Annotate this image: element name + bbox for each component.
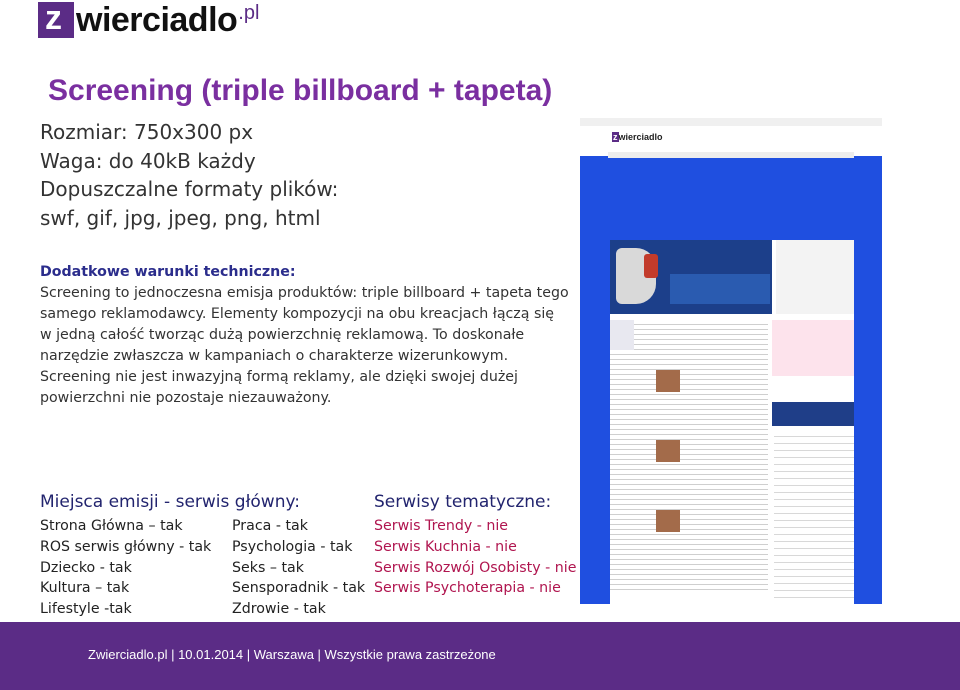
- billboard-area: [580, 160, 882, 240]
- mini-logo: zwierciadlo: [612, 132, 663, 142]
- list-item: Serwis Rozwój Osobisty - nie: [374, 559, 577, 576]
- list-item: Seks – tak: [232, 559, 304, 576]
- extra-heading: Dodatkowe warunki techniczne:: [40, 264, 296, 280]
- screening-example-screenshot: zwierciadlo: [580, 118, 882, 604]
- extra-conditions: Dodatkowe warunki techniczne: Screening …: [40, 262, 570, 409]
- zwierciadlo-logo: z wierciadlo .pl: [38, 0, 260, 42]
- main-service-col2: Praca - tak Psychologia - tak Seks – tak…: [232, 516, 365, 620]
- thumbnail: [656, 370, 680, 392]
- page-title: Screening (triple billboard + tapeta): [48, 74, 553, 107]
- list-item: Serwis Kuchnia - nie: [374, 538, 517, 555]
- side-list: [774, 430, 854, 600]
- logo-text: wierciadlo: [76, 1, 238, 39]
- thumbnail: [656, 440, 680, 462]
- spec-weight: Waga: do 40kB każdy: [40, 148, 256, 173]
- site-content: [610, 240, 854, 604]
- logo-mark: z: [38, 0, 74, 38]
- side-column: [776, 240, 854, 314]
- thematic-heading: Serwisy tematyczne:: [374, 492, 552, 512]
- main-service-col1: Strona Główna – tak ROS serwis główny - …: [40, 516, 211, 620]
- list-item: ROS serwis główny - tak: [40, 538, 212, 555]
- browser-bar: [580, 118, 882, 126]
- article-list: [610, 320, 768, 590]
- list-item: Serwis Trendy - nie: [374, 518, 509, 534]
- hero-image: [610, 240, 772, 314]
- main-service-heading: Miejsca emisji - serwis główny:: [40, 492, 301, 512]
- list-item: Kultura – tak: [40, 580, 130, 597]
- logo-letter: z: [45, 0, 62, 37]
- thematic-list: Serwis Trendy - nie Serwis Kuchnia - nie…: [374, 516, 576, 599]
- list-item: Sensporadnik - tak: [232, 580, 366, 597]
- specs-list: Rozmiar: 750x300 px Waga: do 40kB każdy …: [40, 118, 338, 232]
- extra-body: Screening to jednoczesna emisja produktó…: [40, 285, 569, 406]
- list-item: Serwis Psychoterapia - nie: [374, 580, 561, 597]
- side-banner: [772, 402, 854, 426]
- hero-caption: [670, 274, 770, 304]
- megaphone-handle: [644, 254, 658, 278]
- logo-tld: .pl: [238, 2, 260, 24]
- side-ad: [772, 320, 854, 376]
- list-item: Psychologia - tak: [232, 538, 353, 555]
- list-item: Zdrowie - tak: [232, 601, 326, 618]
- list-item: Strona Główna – tak: [40, 518, 183, 534]
- footer-bar: Zwierciadlo.pl | 10.01.2014 | Warszawa |…: [0, 622, 960, 690]
- list-item: Dziecko - tak: [40, 559, 132, 576]
- site-nav: [608, 152, 854, 158]
- list-item: Praca - tak: [232, 518, 308, 534]
- spec-formats-label: Dopuszczalne formaty plików:: [40, 177, 339, 201]
- footer-text: Zwierciadlo.pl | 10.01.2014 | Warszawa |…: [88, 647, 496, 662]
- list-item: Lifestyle -tak: [40, 601, 132, 618]
- left-menu: [610, 320, 634, 350]
- spec-formats: swf, gif, jpg, jpeg, png, html: [40, 205, 321, 230]
- thumbnail: [656, 510, 680, 532]
- spec-size: Rozmiar: 750x300 px: [40, 120, 254, 144]
